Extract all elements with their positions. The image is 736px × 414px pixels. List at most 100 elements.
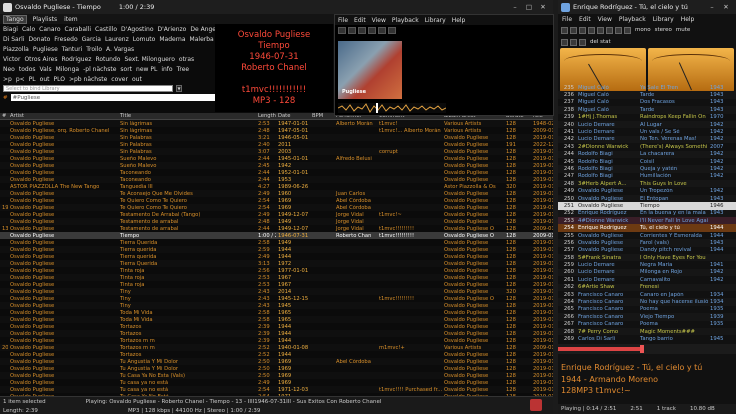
browser-button[interactable]: Di Sarli <box>3 36 24 43</box>
playlist-row[interactable]: 260 Lucio Demare Milonga en Rojo 1942 <box>558 268 736 277</box>
browser-button[interactable]: Tanturi <box>62 46 82 53</box>
play-icon[interactable] <box>570 26 577 34</box>
playlist-row[interactable]: 244 Rodolfo Biagi La chacarera 1942 <box>558 150 736 158</box>
table-row[interactable]: Osvaldo Pugliese Sin Palabras 3:07 2003 corr… <box>0 148 553 155</box>
table-row[interactable]: Osvaldo Pugliese Tiny 2:43 1945-12-15 t1mvc!… <box>0 295 553 302</box>
playlist-row[interactable]: 236 Miguel Caló Tarde 1943 <box>558 91 736 99</box>
browser-button[interactable]: Sext. Milonguero <box>124 56 174 63</box>
browser-button[interactable]: info <box>161 66 172 73</box>
browser-button[interactable]: Biagi <box>3 26 18 33</box>
close-icon[interactable]: ✕ <box>719 3 733 11</box>
playlist-row[interactable]: 242 Lucio Demare No Ten. Verenas Mas! 1942 <box>558 135 736 144</box>
eq-icon[interactable] <box>624 26 631 34</box>
playlist-row[interactable]: 247 Rodolfo Biagi Humillación 1942 <box>558 173 736 180</box>
browser-button[interactable]: Neo <box>3 66 15 73</box>
playlist-row[interactable]: 257 Osvaldo Pugliese Dandy pitch revival 19… <box>558 247 736 254</box>
table-row[interactable]: Osvaldo Pugliese Sin lágrimas 2:53 1947-01-… <box>0 120 553 127</box>
browser-button[interactable]: Vals <box>40 66 52 73</box>
browser-button[interactable]: Piazzolla <box>3 46 29 53</box>
browser-button[interactable]: Garcia <box>82 36 101 43</box>
playlist-row[interactable]: 267 Francisco Canaro Poema 1935 <box>558 321 736 328</box>
playlist-row[interactable]: 261 Lucio Demare Carnavalito 1942 <box>558 276 736 283</box>
browser-button[interactable]: Castillo <box>95 26 117 33</box>
playlist-row[interactable]: 251 Osvaldo Pugliese Tiempo 1946 <box>558 202 736 210</box>
prev-icon[interactable] <box>368 26 376 34</box>
column-header[interactable]: Title <box>118 113 256 119</box>
add-icon[interactable] <box>561 38 568 46</box>
browser-button[interactable]: Maderna <box>159 36 185 43</box>
browser-button[interactable]: Laurenz <box>105 36 129 43</box>
table-row[interactable]: Osvaldo Pugliese Tu Angustia Y Mi Dolor 2:… <box>0 365 553 372</box>
browser-button[interactable]: Donato <box>28 36 50 43</box>
browser-button[interactable]: Rodriguez <box>61 56 91 63</box>
table-row[interactable]: Osvaldo Pugliese, orq. Roberto Chanel Sin… <box>0 127 553 134</box>
table-row[interactable]: Osvaldo Pugliese Toda Mi Vida 2:58 1965 Osva… <box>0 309 553 316</box>
playlist-row[interactable]: 246 Rodolfo Biagi Queja y yatén 1942 <box>558 165 736 173</box>
table-row[interactable]: Osvaldo Pugliese Tierra Querida 3:13 1972 Os… <box>0 260 553 267</box>
del-stat-button[interactable]: del stat <box>590 39 611 45</box>
next-icon[interactable] <box>597 26 604 34</box>
playlist-row[interactable]: 248 3#Herb Alpert A... This Guys In Love <box>558 180 736 188</box>
close-icon[interactable]: ✕ <box>536 3 550 11</box>
browser-button[interactable]: p< <box>16 76 25 83</box>
playlist-row[interactable]: 269 Carlos Di Sarli Tango barrio 1945 <box>558 335 736 342</box>
table-row[interactable]: Osvaldo Pugliese Tu casa ya no está 2:54 19… <box>0 386 553 393</box>
browser-button[interactable]: >pb nächste <box>69 76 107 83</box>
pause-icon[interactable] <box>579 26 586 34</box>
library-filter-input[interactable]: Select to bind Library <box>3 85 173 92</box>
filter-dropdown-icon[interactable]: ▼ <box>176 85 182 92</box>
browser-button[interactable]: Fresedo <box>54 36 77 43</box>
playlist-row[interactable]: 265 Francisco Canaro Poema 1935 <box>558 306 736 313</box>
browser-button[interactable]: cover <box>111 76 128 83</box>
stereo-button[interactable]: stereo <box>655 27 672 33</box>
browser-button[interactable]: Rotundo <box>95 56 120 63</box>
browser-button[interactable]: sort <box>120 66 132 73</box>
random-icon[interactable] <box>606 26 613 34</box>
browser-button[interactable]: -pl nächste <box>83 66 116 73</box>
repeat-icon[interactable] <box>615 26 622 34</box>
browser-button[interactable]: PLO <box>53 76 64 83</box>
browser-button[interactable]: out <box>132 76 142 83</box>
table-row[interactable]: 194Osvaldo PuglieseTe Quiero Como Te Qui… <box>0 204 553 211</box>
menu-item[interactable]: Help <box>680 16 696 23</box>
playlist-row[interactable]: 256 Osvaldo Pugliese Farol (vals) 1943 <box>558 239 736 247</box>
browser-button[interactable]: >p <box>3 76 12 83</box>
playlist-row[interactable]: 252 Enrique Rodríguez En la buena y en la … <box>558 209 736 218</box>
prev-icon[interactable] <box>588 26 595 34</box>
playlist-row[interactable]: 264 Francisco Canaro No hay que hacerse il… <box>558 298 736 306</box>
table-row[interactable]: Osvaldo Pugliese Taconeando 2:44 1953 Osvald… <box>0 176 553 183</box>
table-row[interactable]: Osvaldo Pugliese Tortazos m m 2:39 1944 Osva… <box>0 337 553 344</box>
table-row[interactable]: Osvaldo Pugliese Tu casa ya no está 2:49 19… <box>0 379 553 386</box>
table-row[interactable]: 13 Osvaldo Pugliese Testamento de arrabal 2… <box>0 225 553 232</box>
menu-item[interactable]: File <box>561 16 573 23</box>
browser-button[interactable]: Milonga <box>56 66 79 73</box>
table-row[interactable]: Osvaldo Pugliese Testamento De Arrabal (T… <box>0 211 553 218</box>
playlist-row[interactable]: 258 5#Frank Sinatra I Only Have Eyes For Y… <box>558 253 736 262</box>
table-row[interactable]: Osvaldo Pugliese Tortazos 2:39 1944 Osvaldo … <box>0 330 553 337</box>
mute-button[interactable]: mute <box>676 27 690 33</box>
browser-button[interactable]: PL <box>29 76 36 83</box>
table-row[interactable]: Osvaldo Pugliese Tiny 2:43 1945 Osvaldo Pugl… <box>0 302 553 309</box>
column-header[interactable]: Artist <box>8 113 118 119</box>
play-icon[interactable] <box>348 26 356 34</box>
seek-bar[interactable] <box>558 344 736 354</box>
playlist-row[interactable]: 253 4#Dionne Warwick I'll Never Fall In Lo… <box>558 217 736 225</box>
mini-menu-item[interactable]: Library <box>425 17 446 24</box>
mono-button[interactable]: mono <box>635 27 651 33</box>
stop-icon[interactable] <box>561 26 568 34</box>
table-row[interactable]: Osvaldo Pugliese Tierra Querida 2:58 1949 Os… <box>0 239 553 246</box>
playlist-row[interactable]: 249 Osvaldo Pugliese Un Tropezón 1942 <box>558 187 736 194</box>
column-header[interactable]: BPM <box>310 113 334 119</box>
table-row[interactable]: Osvaldo Pugliese Tortazos 2:52 1944 Osvaldo … <box>0 351 553 358</box>
playlist-row[interactable]: 263 Francisco Canaro Canaro en Japón 1934 <box>558 291 736 298</box>
browser-button[interactable]: Malerba <box>190 36 214 43</box>
playlist-row[interactable]: 239 1#Hj J.Thomas Raindrops Keep Fallin On… <box>558 114 736 121</box>
table-row[interactable]: Osvaldo Pugliese Tinta roja 2:53 1967 Osvald… <box>0 274 553 281</box>
browser-button[interactable]: Victor <box>3 56 20 63</box>
column-header[interactable]: # <box>0 113 8 119</box>
menu-item[interactable]: View <box>597 16 613 23</box>
playlist-row[interactable]: 254 Enrique Rodríguez Tú, el cielo y tú 194… <box>558 224 736 232</box>
next-icon[interactable] <box>378 26 386 34</box>
browser-button[interactable]: Pugliese <box>33 46 58 53</box>
maximize-icon[interactable]: □ <box>522 3 536 11</box>
